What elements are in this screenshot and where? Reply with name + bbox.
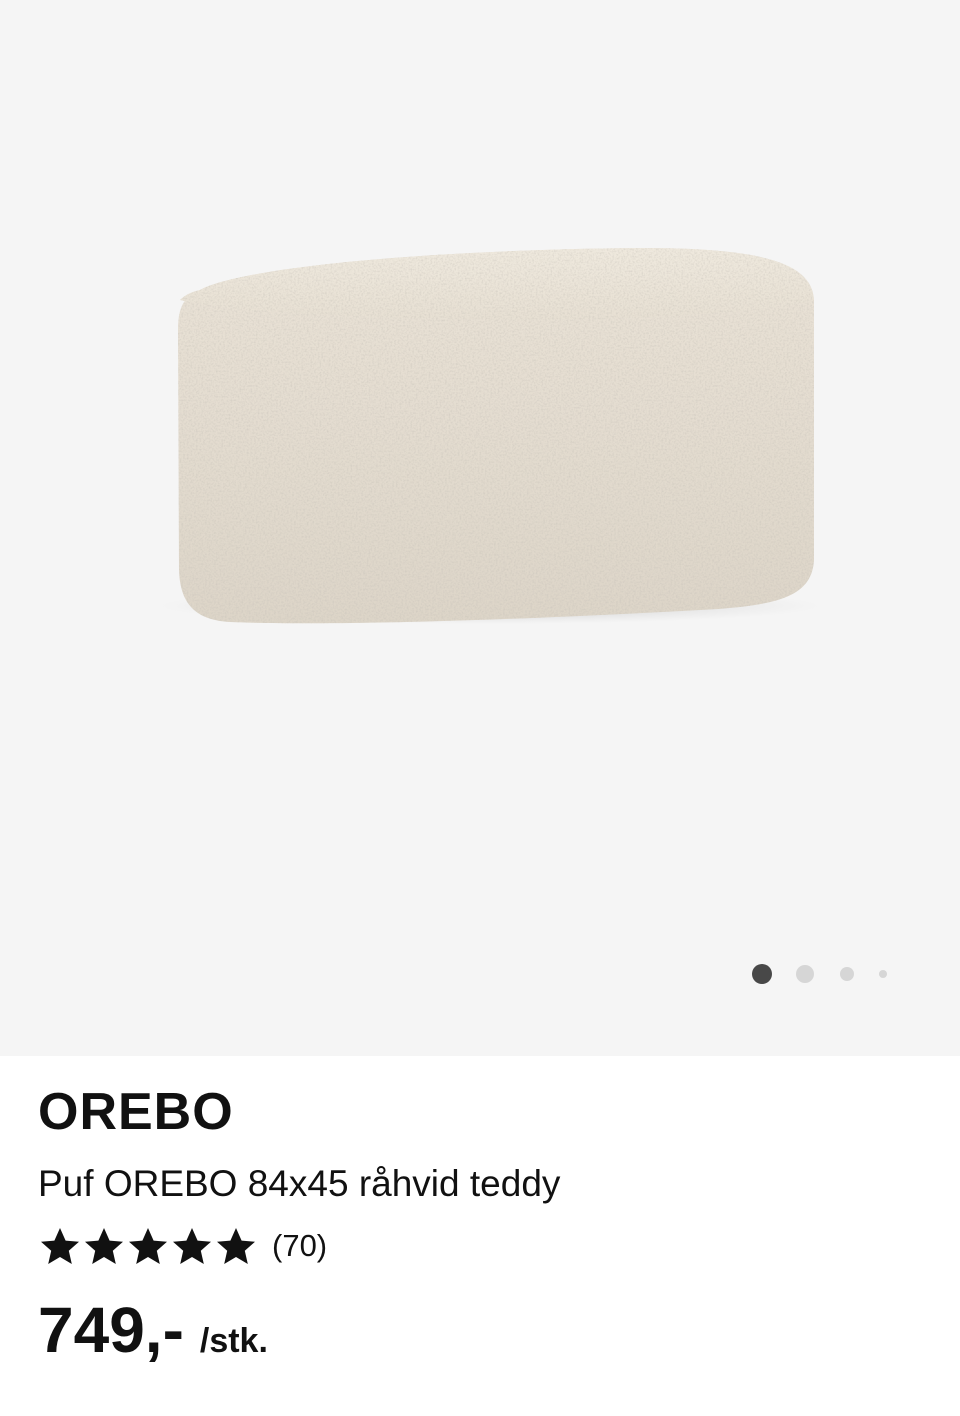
- star-icon: [217, 1228, 255, 1264]
- star-icon: [173, 1228, 211, 1264]
- carousel-indicator: [750, 963, 900, 985]
- product-price: 749,- /stk.: [38, 1292, 268, 1368]
- product-image[interactable]: [0, 0, 960, 1056]
- product-rating[interactable]: (70): [38, 1226, 327, 1266]
- star-icon: [129, 1228, 167, 1264]
- star-icon: [41, 1228, 79, 1264]
- product-name[interactable]: OREBO: [38, 1084, 234, 1140]
- product-info: OREBO Puf OREBO 84x45 råhvid teddy (70) …: [0, 1056, 960, 1416]
- price-unit: /stk.: [199, 1322, 268, 1360]
- price-value: 749,-: [38, 1294, 184, 1366]
- review-count[interactable]: (70): [272, 1226, 327, 1266]
- star-icon: [85, 1228, 123, 1264]
- rating-stars: [38, 1226, 258, 1266]
- carousel-dot-4[interactable]: [879, 970, 887, 978]
- carousel-dot-2[interactable]: [796, 965, 814, 983]
- product-image-gallery[interactable]: [0, 0, 960, 1056]
- carousel-dot-1[interactable]: [752, 964, 772, 984]
- carousel-dot-3[interactable]: [840, 967, 854, 981]
- product-description[interactable]: Puf OREBO 84x45 råhvid teddy: [38, 1162, 560, 1206]
